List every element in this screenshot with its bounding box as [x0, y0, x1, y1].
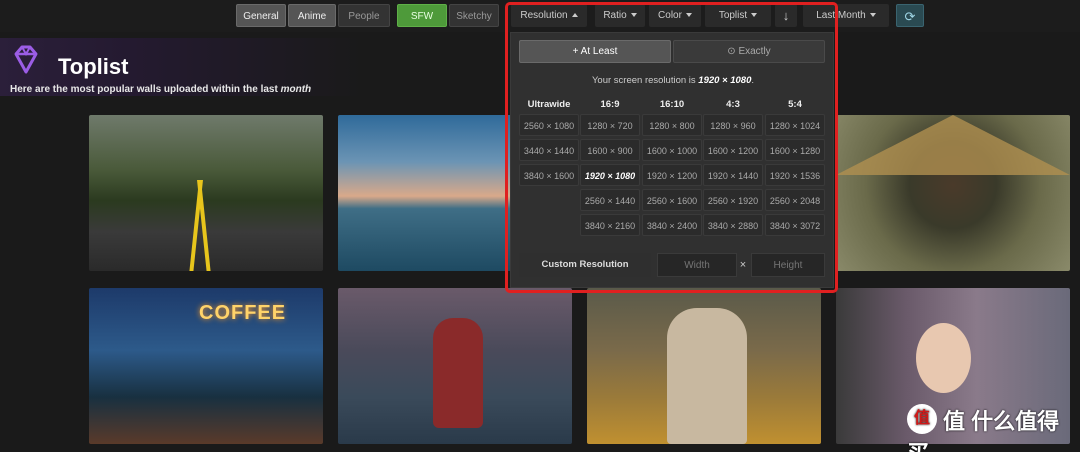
- straw-hat-shape: [836, 115, 1070, 175]
- watermark: 值值 什么值得买: [907, 404, 1080, 452]
- filter-people-button[interactable]: People: [338, 4, 390, 27]
- chevron-down-icon: [869, 13, 876, 18]
- purity-sketchy-button[interactable]: Sketchy: [449, 4, 499, 27]
- page-title: Toplist: [58, 54, 129, 79]
- coffee-sign-text: COFFEE: [199, 302, 287, 324]
- filter-general-button[interactable]: General: [236, 4, 286, 27]
- refresh-icon[interactable]: ⟳: [896, 4, 924, 27]
- annotation-highlight-box: [505, 2, 838, 293]
- wallpaper-thumbnail[interactable]: [89, 115, 323, 271]
- filter-anime-button[interactable]: Anime: [288, 4, 336, 27]
- page-subtitle: Here are the most popular walls uploaded…: [10, 84, 311, 95]
- wallpaper-thumbnail[interactable]: [338, 288, 572, 444]
- road-line: [197, 180, 211, 271]
- purity-sfw-button[interactable]: SFW: [397, 4, 447, 27]
- gem-logo-icon: [14, 45, 38, 74]
- portrait-face: [916, 323, 971, 393]
- wallpaper-thumbnail[interactable]: COFFEE: [89, 288, 323, 444]
- hero-figure: [433, 318, 483, 428]
- watermark-logo-icon: 值: [907, 404, 937, 434]
- subtitle-text: Here are the most popular walls uploaded…: [10, 84, 281, 95]
- subtitle-period: month: [280, 84, 312, 95]
- wallpaper-thumbnail[interactable]: [836, 115, 1070, 271]
- coat-figure: [667, 308, 747, 444]
- wallpaper-thumbnail[interactable]: [587, 288, 821, 444]
